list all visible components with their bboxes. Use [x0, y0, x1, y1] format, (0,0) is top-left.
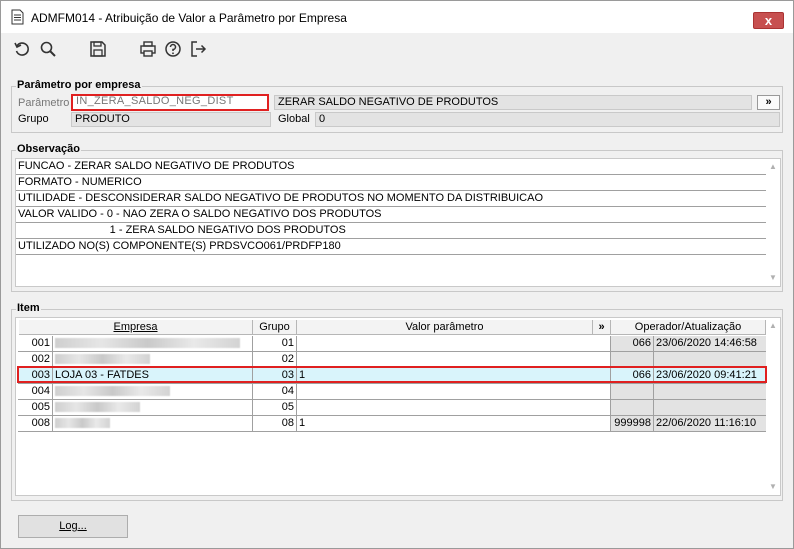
column-header-valor[interactable]: Valor parâmetro: [297, 320, 593, 335]
row-empresa: LOJA 03 - FATDES: [53, 368, 253, 384]
document-icon: [11, 9, 24, 25]
row-grupo: 08: [253, 416, 297, 432]
close-button[interactable]: x: [753, 12, 784, 29]
row-empresa: [53, 384, 253, 400]
row-operador: 066: [611, 336, 654, 352]
row-valor[interactable]: 1: [297, 416, 611, 432]
undo-icon: [14, 42, 29, 56]
table-row[interactable]: 004 04: [18, 384, 769, 400]
column-header-empresa-label: Empresa: [113, 321, 158, 333]
table-row[interactable]: 001 01 066 23/06/2020 14:46:58: [18, 336, 769, 352]
window: ADMFM014 - Atribuição de Valor a Parâmet…: [0, 0, 794, 549]
row-operador: 066: [611, 368, 654, 384]
row-code: 003: [18, 368, 53, 384]
row-valor[interactable]: 1: [297, 368, 611, 384]
param-section-title: Parâmetro por empresa: [16, 79, 142, 91]
obs-line: VALOR VALIDO - 0 - NAO ZERA O SALDO NEGA…: [16, 207, 767, 223]
obs-line: UTILIDADE - DESCONSIDERAR SALDO NEGATIVO…: [16, 191, 767, 207]
group-field: PRODUTO: [71, 112, 271, 127]
row-code: 001: [18, 336, 53, 352]
row-empresa: [53, 336, 253, 352]
row-atualizacao: 23/06/2020 14:46:58: [654, 336, 769, 352]
obs-line: 1 - ZERA SALDO NEGATIVO DOS PRODUTOS: [16, 223, 767, 239]
log-button-label: Log...: [59, 520, 87, 532]
global-label: Global: [278, 113, 310, 125]
row-grupo: 05: [253, 400, 297, 416]
row-operador: 999998: [611, 416, 654, 432]
help-icon: [165, 41, 181, 57]
group-label: Grupo: [18, 113, 49, 125]
exit-button[interactable]: [188, 39, 208, 59]
save-icon: [90, 41, 106, 57]
save-button[interactable]: [88, 39, 108, 59]
title-bar: ADMFM014 - Atribuição de Valor a Parâmet…: [1, 1, 793, 33]
row-grupo: 02: [253, 352, 297, 368]
obs-line: FUNCAO - ZERAR SALDO NEGATIVO DE PRODUTO…: [16, 159, 767, 175]
row-atualizacao: 23/06/2020 09:41:21: [654, 368, 769, 384]
obs-scrollbar[interactable]: ▲ ▼: [766, 159, 780, 286]
row-code: 004: [18, 384, 53, 400]
row-atualizacao: 22/06/2020 11:16:10: [654, 416, 769, 432]
scroll-down-icon[interactable]: ▼: [769, 483, 777, 491]
global-field: 0: [315, 112, 780, 127]
scroll-up-icon[interactable]: ▲: [769, 163, 777, 171]
toolbar: [1, 33, 793, 67]
row-code: 002: [18, 352, 53, 368]
item-grid[interactable]: Empresa Grupo Valor parâmetro » Operador…: [15, 317, 781, 496]
row-empresa: [53, 400, 253, 416]
table-row[interactable]: 002 02: [18, 352, 769, 368]
exit-icon: [191, 41, 207, 57]
window-title: ADMFM014 - Atribuição de Valor a Parâmet…: [31, 11, 347, 25]
obs-list[interactable]: FUNCAO - ZERAR SALDO NEGATIVO DE PRODUTO…: [15, 158, 781, 287]
row-empresa: [53, 416, 253, 432]
row-grupo: 01: [253, 336, 297, 352]
row-valor[interactable]: [297, 400, 611, 416]
scroll-down-icon[interactable]: ▼: [769, 274, 777, 282]
param-more-button[interactable]: »: [757, 95, 780, 110]
row-code: 005: [18, 400, 53, 416]
table-row[interactable]: 008 08 1 999998 22/06/2020 11:16:10: [18, 416, 769, 432]
obs-line: FORMATO - NUMERICO: [16, 175, 767, 191]
item-section-title: Item: [16, 302, 41, 314]
obs-line: UTILIZADO NO(S) COMPONENTE(S) PRDSVCO061…: [16, 239, 767, 255]
row-operador: [611, 400, 654, 416]
print-button[interactable]: [138, 39, 158, 59]
column-header-grupo[interactable]: Grupo: [253, 320, 297, 335]
row-valor[interactable]: [297, 336, 611, 352]
param-label: Parâmetro: [18, 97, 70, 109]
undo-button[interactable]: [12, 39, 32, 59]
valor-more-button[interactable]: »: [593, 320, 611, 335]
log-button[interactable]: Log...: [18, 515, 128, 538]
row-grupo: 03: [253, 368, 297, 384]
row-empresa: [53, 352, 253, 368]
help-button[interactable]: [163, 39, 183, 59]
table-row[interactable]: 005 05: [18, 400, 769, 416]
row-valor[interactable]: [297, 352, 611, 368]
item-scrollbar[interactable]: ▲ ▼: [766, 318, 780, 495]
scroll-up-icon[interactable]: ▲: [769, 322, 777, 330]
param-code-field[interactable]: IN_ZERA_SALDO_NEG_DIST: [71, 94, 269, 111]
row-operador: [611, 384, 654, 400]
print-icon: [140, 41, 156, 57]
row-operador: [611, 352, 654, 368]
row-atualizacao: [654, 384, 769, 400]
search-icon: [40, 41, 56, 57]
row-atualizacao: [654, 400, 769, 416]
row-valor[interactable]: [297, 384, 611, 400]
row-atualizacao: [654, 352, 769, 368]
row-code: 008: [18, 416, 53, 432]
column-header-operador[interactable]: Operador/Atualização: [611, 320, 766, 335]
table-row-selected[interactable]: 003 LOJA 03 - FATDES 03 1 066 23/06/2020…: [18, 368, 769, 384]
column-header-empresa[interactable]: Empresa: [19, 320, 253, 335]
search-button[interactable]: [38, 39, 58, 59]
param-description-field: ZERAR SALDO NEGATIVO DE PRODUTOS: [274, 95, 752, 110]
row-grupo: 04: [253, 384, 297, 400]
obs-section-title: Observação: [16, 143, 81, 155]
